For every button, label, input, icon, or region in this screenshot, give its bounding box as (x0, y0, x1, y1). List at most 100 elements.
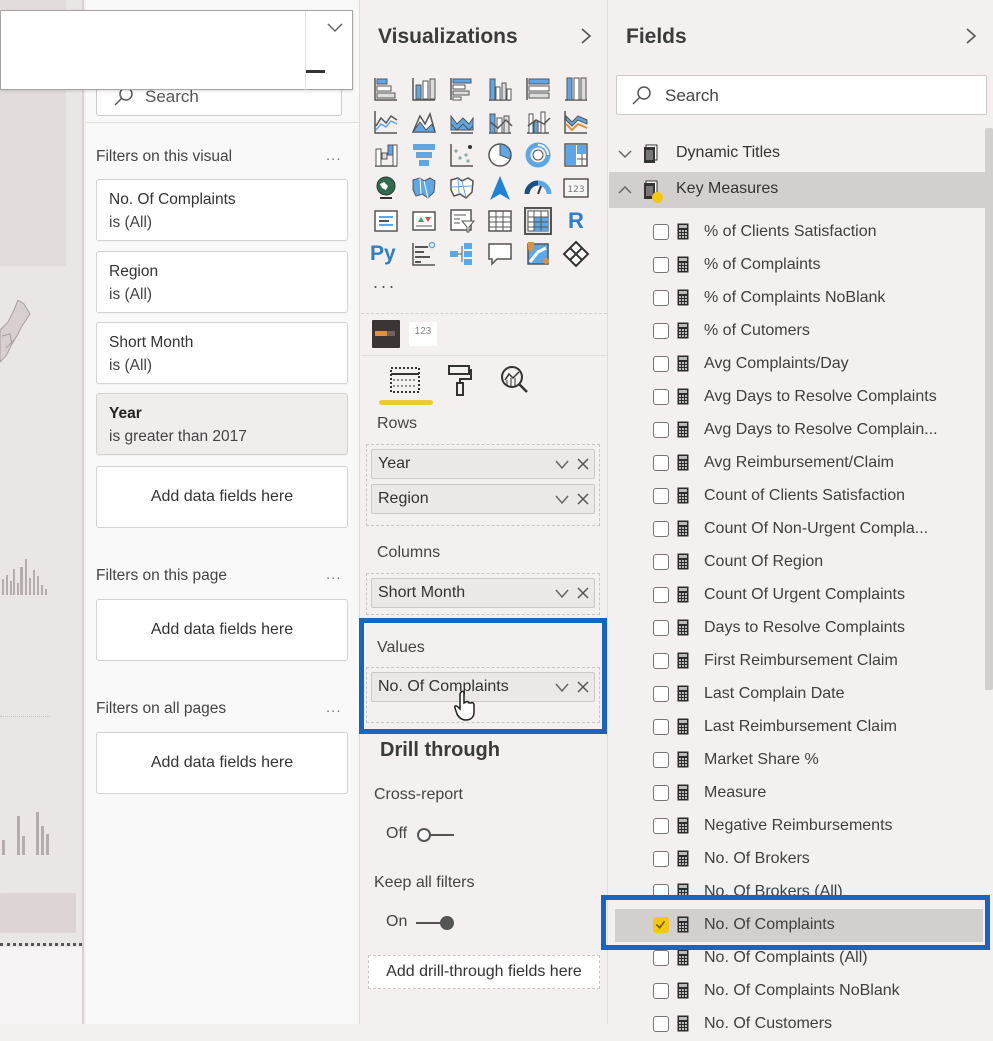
close-icon[interactable] (576, 586, 590, 600)
measure-checkbox[interactable] (653, 521, 669, 537)
chevron-right-icon[interactable] (579, 26, 593, 46)
add-visual-filter-dropzone[interactable]: Add data fields here (96, 466, 348, 528)
analytics-magnifier-icon[interactable] (499, 364, 531, 396)
measure-list-item[interactable]: Avg Days to Resolve Complain... (609, 414, 985, 447)
arcgis-map-icon[interactable] (524, 240, 552, 268)
power-apps-icon[interactable] (562, 240, 590, 268)
columns-well[interactable]: Short Month (366, 573, 600, 615)
measure-list-item[interactable]: % of Complaints NoBlank (609, 282, 985, 315)
matrix-icon[interactable] (524, 207, 552, 235)
measure-list-item[interactable]: Measure (609, 777, 985, 810)
funnel-icon[interactable] (410, 141, 438, 169)
gauge-icon[interactable] (524, 174, 552, 202)
measure-checkbox[interactable] (653, 389, 669, 405)
canvas-map-visual[interactable] (0, 300, 32, 370)
drill-through-dropzone[interactable]: Add drill-through fields here (368, 955, 600, 989)
canvas-column-chart[interactable] (0, 545, 50, 595)
chevron-right-icon[interactable] (964, 26, 978, 46)
measure-checkbox[interactable] (653, 752, 669, 768)
add-page-filter-dropzone[interactable]: Add data fields here (96, 599, 348, 661)
measure-checkbox[interactable] (653, 818, 669, 834)
measure-checkbox[interactable] (653, 323, 669, 339)
measure-checkbox[interactable] (653, 653, 669, 669)
measure-checkbox[interactable] (653, 587, 669, 603)
donut-chart-icon[interactable] (524, 141, 552, 169)
100-stacked-column-chart-icon[interactable] (562, 75, 590, 103)
map-icon[interactable] (372, 174, 400, 202)
kpi-icon[interactable] (410, 207, 438, 235)
close-icon[interactable] (576, 457, 590, 471)
measure-list-item[interactable]: % of Complaints (609, 249, 985, 282)
filters-all-more-button[interactable]: ... (326, 699, 342, 716)
rows-field-year[interactable]: Year (371, 449, 595, 479)
keep-all-filters-toggle[interactable] (414, 914, 456, 932)
filter-card-region[interactable]: Region is (All) (96, 251, 348, 313)
columns-field-short-month[interactable]: Short Month (371, 578, 595, 608)
canvas-slicer-band[interactable] (0, 893, 76, 933)
canvas-column-chart-2[interactable] (0, 810, 50, 855)
measure-list-item[interactable]: Count Of Non-Urgent Compla... (609, 513, 985, 546)
measure-checkbox[interactable] (653, 1016, 669, 1032)
area-chart-icon[interactable] (410, 108, 438, 136)
rows-well[interactable]: Year Region (366, 444, 600, 526)
measure-checkbox[interactable] (653, 785, 669, 801)
measure-list-item[interactable]: Avg Days to Resolve Complaints (609, 381, 985, 414)
measure-checkbox[interactable] (653, 422, 669, 438)
key-influencers-icon[interactable] (410, 240, 438, 268)
measure-list-item[interactable]: % of Cutomers (609, 315, 985, 348)
measure-list-item[interactable]: First Reimbursement Claim (609, 645, 985, 678)
card-icon[interactable]: 123 (562, 174, 590, 202)
number-card-visual-icon[interactable]: 123 (409, 322, 437, 346)
stacked-bar-chart-icon[interactable] (372, 75, 400, 103)
measure-list-item[interactable]: % of Clients Satisfaction (609, 216, 985, 249)
measure-list-item[interactable]: Count Of Region (609, 546, 985, 579)
100-stacked-bar-chart-icon[interactable] (524, 75, 552, 103)
measure-checkbox[interactable] (653, 719, 669, 735)
clustered-bar-chart-icon[interactable] (448, 75, 476, 103)
format-paint-roller-icon[interactable] (447, 364, 473, 396)
measure-list-item[interactable]: Count Of Urgent Complaints (609, 579, 985, 612)
fields-tab-icon[interactable] (389, 366, 421, 394)
filled-map-icon[interactable] (410, 174, 438, 202)
cross-report-toggle[interactable] (416, 826, 456, 844)
report-canvas[interactable] (0, 0, 84, 1024)
table-key-measures[interactable]: Key Measures (609, 172, 985, 208)
measure-checkbox[interactable] (653, 851, 669, 867)
stacked-area-chart-icon[interactable] (448, 108, 476, 136)
shape-map-icon[interactable] (448, 174, 476, 202)
measure-checkbox[interactable] (653, 983, 669, 999)
chevron-down-icon[interactable] (554, 459, 570, 471)
measure-list-item[interactable]: No. Of Complaints NoBlank (609, 975, 985, 1008)
clustered-column-chart-icon[interactable] (486, 75, 514, 103)
measure-list-item[interactable]: Days to Resolve Complaints (609, 612, 985, 645)
pie-chart-icon[interactable] (486, 141, 514, 169)
measure-list-item[interactable]: Avg Complaints/Day (609, 348, 985, 381)
qa-icon[interactable] (486, 240, 514, 268)
filter-card-year[interactable]: Year is greater than 2017 (96, 393, 348, 455)
rows-field-region[interactable]: Region (371, 484, 595, 514)
measure-list-item[interactable]: Last Reimbursement Claim (609, 711, 985, 744)
python-visual-icon[interactable]: Py (370, 240, 402, 268)
measure-list-item[interactable]: Negative Reimbursements (609, 810, 985, 843)
measure-checkbox[interactable] (653, 257, 669, 273)
stacked-column-chart-icon[interactable] (410, 75, 438, 103)
add-report-filter-dropzone[interactable]: Add data fields here (96, 732, 348, 794)
more-visuals-button[interactable]: ... (373, 272, 397, 293)
measure-list-item[interactable]: No. Of Customers (609, 1008, 985, 1041)
waterfall-chart-icon[interactable] (372, 141, 400, 169)
measure-list-item[interactable]: Market Share % (609, 744, 985, 777)
filter-card-short-month[interactable]: Short Month is (All) (96, 322, 348, 384)
measure-checkbox[interactable] (653, 620, 669, 636)
slicer-icon[interactable] (448, 207, 476, 235)
filter-card-no-of-complaints[interactable]: No. Of Complaints is (All) (96, 179, 348, 241)
filters-page-more-button[interactable]: ... (326, 566, 342, 583)
chevron-down-icon[interactable] (554, 494, 570, 506)
measure-checkbox[interactable] (653, 554, 669, 570)
multi-row-card-icon[interactable] (372, 207, 400, 235)
filters-visual-more-button[interactable]: ... (326, 147, 342, 164)
measure-list-item[interactable]: Count of Clients Satisfaction (609, 480, 985, 513)
table-icon[interactable] (486, 207, 514, 235)
measure-checkbox[interactable] (653, 488, 669, 504)
measure-list-item[interactable]: No. Of Brokers (609, 843, 985, 876)
measure-list-item[interactable]: Avg Reimbursement/Claim (609, 447, 985, 480)
